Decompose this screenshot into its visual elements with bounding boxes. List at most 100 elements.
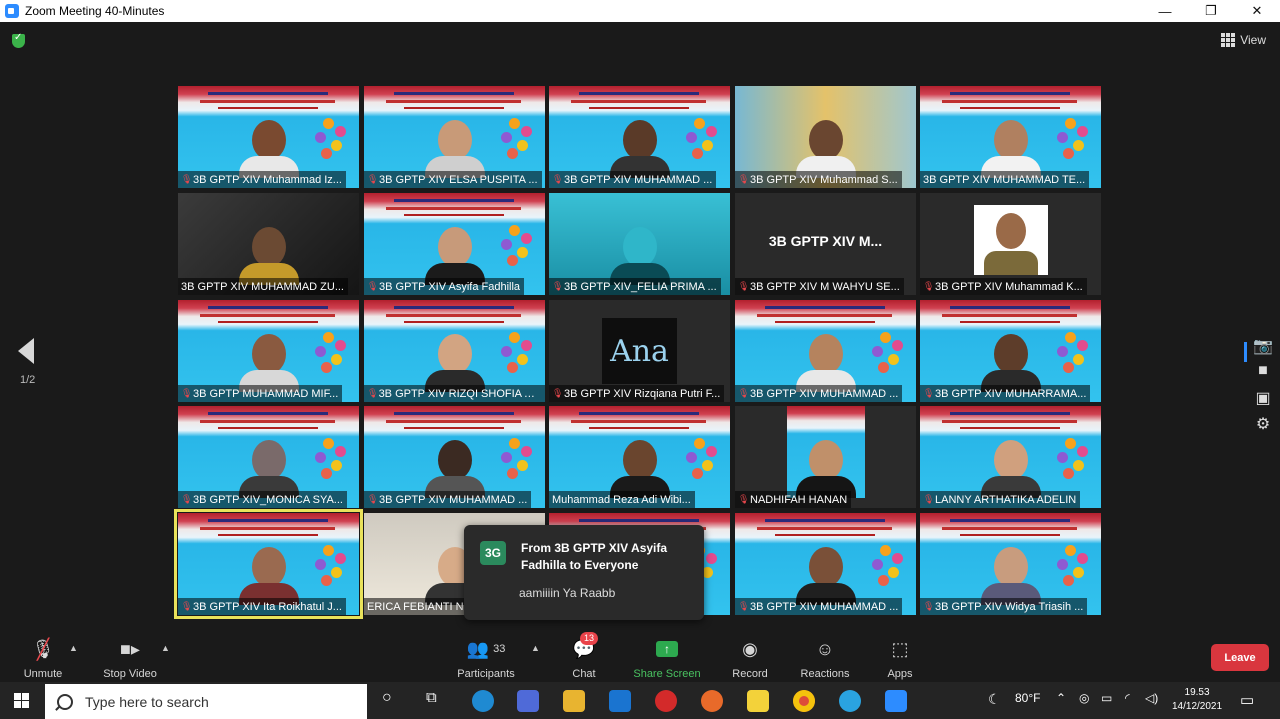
unmute-button[interactable]: 🎙 ╱ Unmute xyxy=(20,638,66,681)
reactions-button[interactable]: ☺ Reactions xyxy=(800,638,850,681)
participant-tile[interactable]: 🎙 3B GPTP XIV_FELIA PRIMA ... xyxy=(549,193,730,295)
participant-tile[interactable]: 🎙 3B GPTP XIV MUHAMMAD ... xyxy=(735,300,916,402)
participant-name: 3B GPTP XIV Muhammad K... xyxy=(935,280,1083,293)
participant-tile[interactable]: 🎙 3B GPTP XIV Ita Roikhatul J... xyxy=(174,509,363,619)
minimize-button[interactable]: — xyxy=(1142,0,1188,22)
notifications-icon[interactable]: ▭ xyxy=(1240,691,1254,709)
file-explorer-icon[interactable] xyxy=(563,690,585,712)
sticky-notes-icon[interactable] xyxy=(747,690,769,712)
muted-microphone-icon: 🎙 xyxy=(552,388,564,398)
participant-tile[interactable]: 🎙 3B GPTP XIV MUHAMMAD ... xyxy=(735,513,916,615)
settings-gear-icon[interactable]: ⚙ xyxy=(1252,414,1274,434)
participant-tile[interactable]: 🎙 3B GPTP XIV Asyifa Fadhilla xyxy=(364,193,545,295)
participant-tile[interactable]: 🎙 3B GPTP XIV Widya Triasih ... xyxy=(920,513,1101,615)
video-options-caret-icon[interactable]: ▲ xyxy=(161,643,170,653)
participant-name-bar: 🎙 3B GPTP XIV Widya Triasih ... xyxy=(920,598,1088,615)
leave-button[interactable]: Leave xyxy=(1211,644,1269,671)
taskbar-search-box[interactable]: Type here to search xyxy=(45,684,367,719)
participant-tile[interactable]: 🎙 3B GPTP XIV Muhammad Iz... xyxy=(178,86,359,188)
participant-tile[interactable]: 🎙 3B GPTP XIV MUHARRAMA... xyxy=(920,300,1101,402)
participants-button[interactable]: 👥 33 Participants xyxy=(455,638,517,681)
participant-tile[interactable]: 🎙 3B GPTP XIV MUHAMMAD ... xyxy=(549,86,730,188)
task-view-icon[interactable]: ⧉ xyxy=(426,689,437,706)
participant-tile[interactable]: 🎙 3B GPTP XIV Muhammad K... xyxy=(920,193,1101,295)
clock-date: 14/12/2021 xyxy=(1172,701,1223,712)
participant-name: 3B GPTP XIV Widya Triasih ... xyxy=(935,600,1084,613)
muted-microphone-icon: 🎙 xyxy=(181,494,193,504)
participant-name-bar: 🎙 3B GPTP XIV MUHAMMAD ... xyxy=(735,598,903,615)
participant-tile[interactable]: Ana 🎙 3B GPTP XIV Rizqiana Putri F... xyxy=(549,300,730,402)
participant-name-bar: 🎙 3B GPTP XIV MUHAMMAD ... xyxy=(735,385,903,402)
telegram-icon[interactable] xyxy=(839,690,861,712)
tray-app-icon[interactable]: ◎ xyxy=(1079,691,1089,705)
participant-tile[interactable]: Muhammad Reza Adi Wibi... xyxy=(549,406,730,508)
meeting-top-bar: View xyxy=(0,22,1280,60)
participant-video xyxy=(238,440,299,498)
participant-tile[interactable]: 🎙 3B GPTP XIV ELSA PUSPITA ... xyxy=(364,86,545,188)
wifi-icon[interactable]: ◜ xyxy=(1125,691,1130,705)
close-button[interactable]: ✕ xyxy=(1234,0,1280,22)
security-shield-icon[interactable] xyxy=(12,32,25,48)
participant-name-bar: 🎙 3B GPTP XIV Rizqiana Putri F... xyxy=(549,385,725,402)
participant-name: 3B GPTP XIV Muhammad Iz... xyxy=(193,173,342,186)
floating-side-toolbar: 📷 ■ ▣ ⚙ xyxy=(1244,330,1280,434)
chat-button[interactable]: 💬 13 Chat xyxy=(566,632,602,680)
mail-icon[interactable] xyxy=(609,690,631,712)
audio-options-caret-icon[interactable]: ▲ xyxy=(69,643,78,653)
weather-temperature[interactable]: 80°F xyxy=(1015,691,1040,705)
participant-name: 3B GPTP XIV MUHAMMAD TE... xyxy=(923,173,1086,186)
battery-icon[interactable]: ▭ xyxy=(1101,691,1112,705)
search-placeholder: Type here to search xyxy=(85,693,209,710)
share-screen-button[interactable]: ↑ Share Screen xyxy=(633,638,701,680)
view-button[interactable]: View xyxy=(1221,33,1266,47)
participant-video xyxy=(609,120,670,178)
participant-name: 3B GPTP XIV_FELIA PRIMA ... xyxy=(564,280,717,293)
participant-name: 3B GPTP XIV MUHARRAMA... xyxy=(935,387,1087,400)
camera-icon[interactable]: 📷 xyxy=(1252,336,1274,356)
maximize-button[interactable]: ❐ xyxy=(1188,0,1234,22)
participant-tile[interactable]: 🎙 NADHIFAH HANAN xyxy=(735,406,916,508)
participant-name: 3B GPTP XIV MUHAMMAD ... xyxy=(564,173,713,186)
participant-tile[interactable]: 🎙 3B GPTP XIV Muhammad S... xyxy=(735,86,916,188)
share-screen-label: Share Screen xyxy=(633,668,701,680)
participant-tile[interactable]: 🎙 3B GPTP XIV MUHAMMAD ... xyxy=(364,406,545,508)
participant-name-bar: 🎙 NADHIFAH HANAN xyxy=(735,491,852,508)
participant-tile[interactable]: 🎙 3B GPTP MUHAMMAD MIF... xyxy=(178,300,359,402)
zoom-taskbar-icon[interactable] xyxy=(885,690,907,712)
windows-start-icon[interactable] xyxy=(14,693,29,708)
video-camera-icon[interactable]: ■ xyxy=(1252,362,1274,382)
participant-name: ERICA FEBIANTI N... xyxy=(367,600,473,613)
muted-microphone-icon: 🎙 xyxy=(738,281,750,291)
participant-tile[interactable]: 3B GPTP XIV MUHAMMAD ZU... xyxy=(178,193,359,295)
system-clock[interactable]: 19.53 14/12/2021 xyxy=(1172,686,1222,714)
participants-options-caret-icon[interactable]: ▲ xyxy=(531,643,540,653)
apps-button[interactable]: ⬚ Apps xyxy=(884,638,916,681)
volume-icon[interactable]: ◁) xyxy=(1145,691,1158,705)
opera-icon[interactable] xyxy=(655,690,677,712)
participant-name: 3B GPTP XIV Muhammad S... xyxy=(750,173,898,186)
participant-name-bar: 🎙 3B GPTP XIV Asyifa Fadhilla xyxy=(364,278,525,295)
store-icon[interactable] xyxy=(517,690,539,712)
participant-name-bar: 🎙 3B GPTP XIV MUHAMMAD ... xyxy=(549,171,717,188)
record-button[interactable]: ◉ Record xyxy=(731,638,769,681)
participant-tile[interactable]: 🎙 3B GPTP XIV RIZQI SHOFIA AZ... xyxy=(364,300,545,402)
chrome-icon[interactable] xyxy=(793,690,815,712)
chat-notification-popup[interactable]: 3G From 3B GPTP XIV Asyifa Fadhilla to E… xyxy=(464,525,704,620)
stop-video-button[interactable]: ■▸ Stop Video xyxy=(98,638,162,681)
firefox-icon[interactable] xyxy=(701,690,723,712)
muted-microphone-icon: 🎙 xyxy=(552,281,564,291)
participant-tile[interactable]: 🎙 LANNY ARTHATIKA ADELIN xyxy=(920,406,1101,508)
participant-tile[interactable]: 3B GPTP XIV M... 🎙 3B GPTP XIV M WAHYU SE.… xyxy=(735,193,916,295)
meeting-toolbar: 🎙 ╱ Unmute ▲ ■▸ Stop Video ▲ 👥 33 Particip… xyxy=(0,630,1280,682)
edge-browser-icon[interactable] xyxy=(472,690,494,712)
participant-name: 3B GPTP XIV ELSA PUSPITA ... xyxy=(379,173,538,186)
participant-tile[interactable]: 3B GPTP XIV MUHAMMAD TE... xyxy=(920,86,1101,188)
weather-moon-icon: ☾ xyxy=(988,691,1001,707)
video-camera-icon: ■▸ xyxy=(120,638,140,659)
participant-tile[interactable]: 🎙 3B GPTP XIV_MONICA SYA... xyxy=(178,406,359,508)
gallery-icon[interactable]: ▣ xyxy=(1252,388,1274,408)
previous-page-arrow-icon[interactable] xyxy=(18,338,34,364)
cortana-icon[interactable]: ○ xyxy=(382,689,392,707)
tray-chevron-up-icon[interactable]: ⌃ xyxy=(1056,691,1066,705)
page-indicator: 1/2 xyxy=(20,374,36,386)
